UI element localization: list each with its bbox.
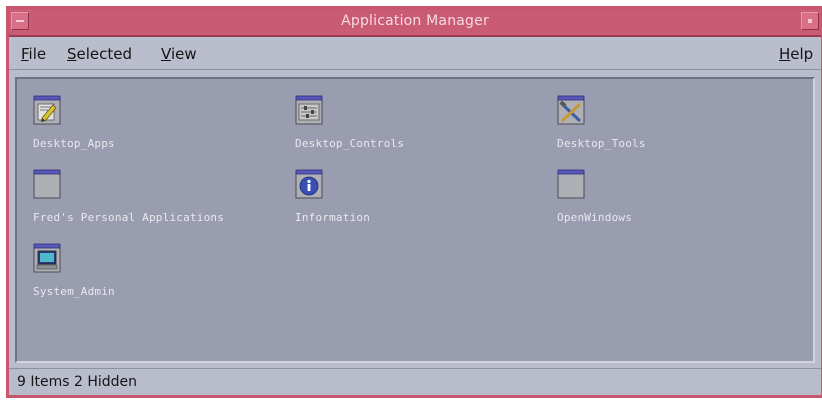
- app-group-system-admin[interactable]: System_Admin: [19, 243, 269, 307]
- information-icon: [295, 169, 323, 199]
- menu-selected-mnemonic: S: [67, 45, 77, 63]
- app-group-desktop-apps[interactable]: Desktop_Apps: [19, 95, 269, 159]
- title-bar[interactable]: Application Manager: [9, 9, 821, 37]
- menu-help-mnemonic: H: [779, 45, 791, 63]
- menu-view-label: iew: [170, 45, 197, 63]
- minimize-button[interactable]: [801, 12, 819, 30]
- menu-bar: File Selected View Help: [9, 37, 821, 70]
- desktop-tools-icon: [557, 95, 585, 125]
- app-group-label: Desktop_Tools: [557, 137, 646, 150]
- desktop-apps-icon: [33, 95, 61, 125]
- menu-selected-label: elected: [76, 45, 133, 63]
- app-group-label: System_Admin: [33, 285, 115, 298]
- menu-help-label: elp: [790, 45, 814, 63]
- minimize-icon: [808, 19, 812, 23]
- app-group-label: Desktop_Controls: [295, 137, 405, 150]
- window-title: Application Manager: [341, 13, 489, 29]
- application-group-area: Desktop_Apps Desktop_Controls Desktop_To…: [15, 77, 815, 363]
- application-manager-window: Application Manager File Selected View H…: [6, 6, 822, 398]
- menu-view-mnemonic: V: [161, 45, 171, 63]
- menu-selected[interactable]: Selected: [67, 45, 132, 63]
- folder-icon: [33, 169, 61, 199]
- menu-file[interactable]: File: [21, 45, 46, 63]
- app-group-information[interactable]: Information: [281, 169, 531, 233]
- status-bar: 9 Items 2 Hidden: [9, 368, 821, 395]
- item-count-status: 9 Items 2 Hidden: [17, 374, 138, 390]
- system-admin-icon: [33, 243, 61, 273]
- menu-help[interactable]: Help: [779, 45, 813, 63]
- app-group-desktop-controls[interactable]: Desktop_Controls: [281, 95, 531, 159]
- app-group-label: OpenWindows: [557, 211, 633, 224]
- desktop-controls-icon: [295, 95, 323, 125]
- folder-icon: [557, 169, 585, 199]
- app-group-label: Fred's Personal Applications: [33, 211, 225, 224]
- menu-file-label: ile: [28, 45, 47, 63]
- app-group-label: Information: [295, 211, 371, 224]
- menu-view[interactable]: View: [161, 45, 197, 63]
- app-group-desktop-tools[interactable]: Desktop_Tools: [543, 95, 793, 159]
- menu-file-mnemonic: F: [21, 45, 29, 63]
- app-group-freds-personal-applications[interactable]: Fred's Personal Applications: [19, 169, 269, 233]
- app-group-openwindows[interactable]: OpenWindows: [543, 169, 793, 233]
- app-group-label: Desktop_Apps: [33, 137, 115, 150]
